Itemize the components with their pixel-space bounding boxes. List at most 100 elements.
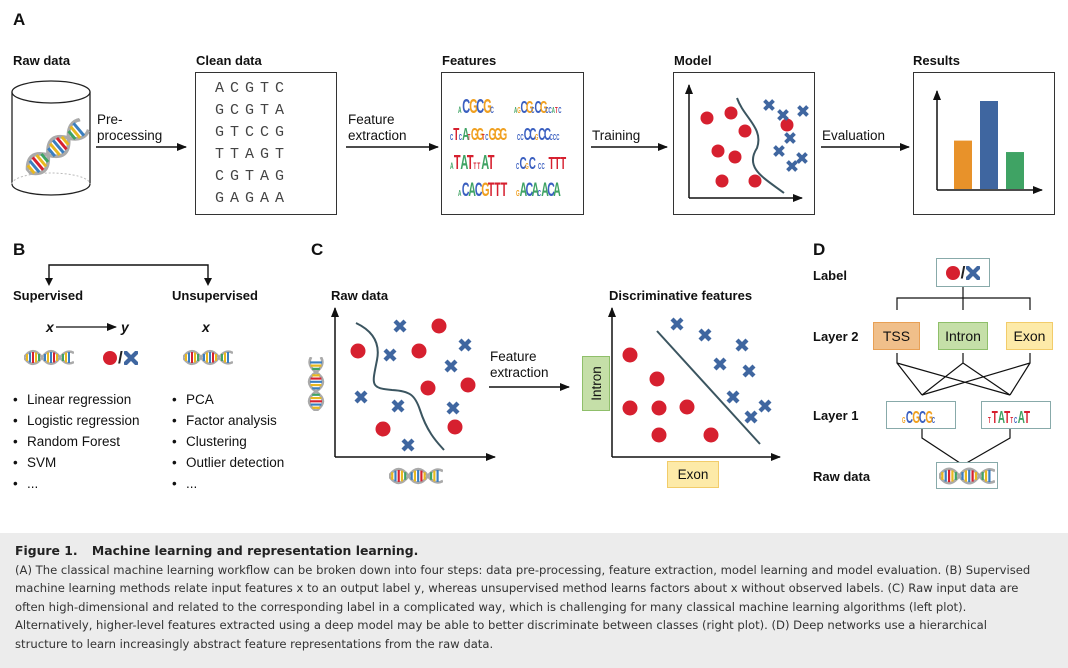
logo-letter: C xyxy=(529,154,536,174)
circle-point xyxy=(651,400,667,416)
d-row-layer2: Layer 2 xyxy=(813,329,859,344)
model-scatter-plot xyxy=(685,84,809,202)
cross-point xyxy=(401,438,415,452)
logo-letter: A xyxy=(458,190,461,199)
circle-point xyxy=(622,400,638,416)
results-box xyxy=(913,72,1055,215)
logo-letter: G xyxy=(500,125,508,145)
method-item: SVM xyxy=(13,452,140,473)
cross-point xyxy=(393,319,407,333)
caption-title: Figure 1. Machine learning and represent… xyxy=(15,542,1053,561)
logo-letter: T xyxy=(488,152,495,174)
circle-point xyxy=(431,318,447,334)
results-bar xyxy=(1006,152,1024,189)
cross-point xyxy=(713,357,727,371)
circle-point xyxy=(460,377,476,393)
intron-axis-text: Intron xyxy=(588,366,604,401)
layer1-node-motif1: GCGCGC xyxy=(886,401,956,429)
method-item: PCA xyxy=(172,389,284,410)
logo-letter: G xyxy=(902,417,905,426)
sequence-logo-motifs: A C GC GC A G CGC CGC C A T CC T C AT GGT C GGG C C CCG CCC C C… xyxy=(450,96,566,201)
x-to-y-arrow xyxy=(56,323,117,331)
dna-icon xyxy=(24,349,74,366)
logo-letter: C xyxy=(1014,417,1017,426)
model-box xyxy=(673,72,815,215)
unsupervised-title: Unsupervised xyxy=(172,288,258,303)
feature-extraction-line1: Feature xyxy=(348,112,395,127)
cross-class-icon xyxy=(124,351,138,365)
logo-letter: C xyxy=(558,107,561,116)
features-title: Features xyxy=(442,53,497,68)
logo-letter: C xyxy=(542,163,545,172)
unsupervised-x-label: x xyxy=(202,319,210,335)
intron-axis-label: Intron xyxy=(582,356,610,411)
supervised-method-list: Linear regression Logistic regression Ra… xyxy=(13,389,140,494)
logo-letter: T xyxy=(992,408,998,428)
training-arrow xyxy=(591,143,668,151)
d-row-layer1: Layer 1 xyxy=(813,408,859,423)
circle-point xyxy=(715,174,729,188)
d-label-box: / xyxy=(936,258,990,287)
logo-letter: T xyxy=(1010,417,1013,426)
sequence-row: GAGAA xyxy=(215,190,291,207)
caption-line: structure to learn increasingly abstract… xyxy=(15,636,494,651)
supervised-title: Supervised xyxy=(13,288,84,303)
logo-letter: T xyxy=(482,134,485,143)
logo-letter: T xyxy=(1024,408,1030,428)
logo-letter: C xyxy=(932,417,935,426)
method-item: Outlier detection xyxy=(172,452,284,473)
network-connections xyxy=(896,287,1031,466)
panel-b-letter: B xyxy=(13,240,26,259)
logo-letter: C xyxy=(538,163,541,172)
layer2-node-tss: TSS xyxy=(873,322,920,350)
method-item: Factor analysis xyxy=(172,410,284,431)
method-item: Linear regression xyxy=(13,389,140,410)
logo-letter: T xyxy=(468,134,471,143)
logo-letter: T xyxy=(560,154,566,174)
d-row-label: Label xyxy=(813,268,847,283)
caption-line: Alternatively, higher-level features ext… xyxy=(15,618,987,633)
circle-point xyxy=(350,343,366,359)
sequence-logo-icon: G C GC GC xyxy=(902,408,935,428)
logo-letter: T xyxy=(548,154,554,174)
cross-point xyxy=(444,359,458,373)
logo-letter: C xyxy=(490,104,494,115)
circle-class-icon xyxy=(945,265,960,280)
layer2-node-intron: Intron xyxy=(938,322,988,350)
circle-class-icon xyxy=(103,351,117,365)
c-feature-extraction-line1: Feature xyxy=(490,349,537,364)
caption-line: machine learning methods relate input fe… xyxy=(15,581,1019,596)
circle-point xyxy=(728,150,742,164)
circle-point xyxy=(649,371,665,387)
figure-label: Figure 1. xyxy=(15,543,78,558)
logo-letter: T xyxy=(488,180,495,201)
logo-letter: A xyxy=(458,104,462,115)
cross-point xyxy=(383,348,397,362)
raw-data-cylinder-icon xyxy=(11,80,93,196)
dna-icon xyxy=(183,349,233,366)
circle-point xyxy=(703,427,719,443)
circle-point xyxy=(622,347,638,363)
sequence-row: GCGTA xyxy=(215,102,291,119)
figure-title: Machine learning and representation lear… xyxy=(91,543,419,558)
sequence-row: TTAGT xyxy=(215,146,291,163)
label-icon-group: / xyxy=(103,348,138,368)
raw-data-node xyxy=(936,462,998,489)
cross-point xyxy=(726,390,740,404)
cross-point xyxy=(742,364,756,378)
logo-letter: T xyxy=(1004,408,1010,428)
cross-point xyxy=(735,338,749,352)
logo-letter: T xyxy=(555,107,558,116)
clean-data-title: Clean data xyxy=(196,53,262,68)
raw-data-title: Raw data xyxy=(13,53,71,68)
unsupervised-method-list: PCA Factor analysis Clustering Outlier d… xyxy=(172,389,284,494)
cross-point xyxy=(797,105,809,117)
features-box: ACGCGCAGCGCCGCCATCCTCATGGTCGGGCCCCGCCCCC… xyxy=(441,72,584,215)
sequence-row: CGTAG xyxy=(215,168,291,185)
logo-letter: T xyxy=(494,180,501,201)
cross-point xyxy=(758,399,772,413)
dna-icon-vertical xyxy=(307,357,325,411)
logo-letter: A xyxy=(553,180,561,201)
model-title: Model xyxy=(674,53,712,68)
circle-point xyxy=(780,118,794,132)
